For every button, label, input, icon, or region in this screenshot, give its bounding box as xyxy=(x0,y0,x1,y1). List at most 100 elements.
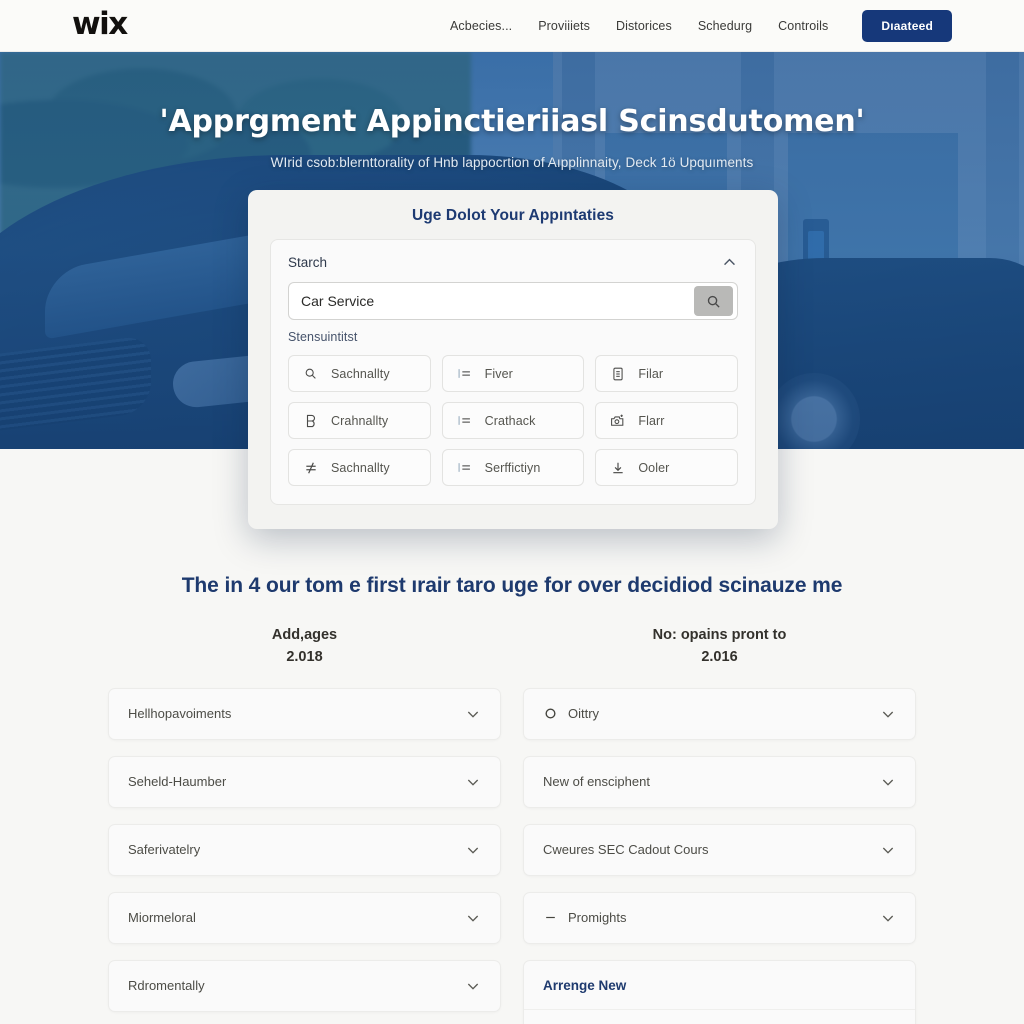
circle-icon xyxy=(543,707,557,721)
site-header: wix Acbecies... Proviiiets Distorices Sc… xyxy=(0,0,1024,52)
camera-icon xyxy=(610,413,625,428)
accordion-item-label: Rdromentally xyxy=(128,978,205,994)
accordion-item[interactable]: Hellhopavoiments xyxy=(108,687,501,740)
service-chip-1[interactable]: Fiver xyxy=(441,355,585,392)
service-chip-label-2: Filar xyxy=(638,366,664,381)
nav-item-3[interactable]: Schedurg xyxy=(698,19,752,33)
main-navigation: Acbecies... Proviiiets Distorices Schedu… xyxy=(450,9,952,42)
right-column-heading-line2: 2.016 xyxy=(701,649,738,666)
accordion-item[interactable]: Rdromentally xyxy=(108,959,501,1012)
nav-item-0[interactable]: Acbecies... xyxy=(450,19,512,33)
accordion-item[interactable]: Oittry xyxy=(523,687,916,740)
chevron-down-icon[interactable] xyxy=(465,842,481,858)
letter-b-icon xyxy=(303,413,318,428)
wix-logo[interactable]: wix xyxy=(72,9,128,40)
accordion-item-lead: Saferivatelry xyxy=(128,842,200,857)
accordion-item-lead: Promights xyxy=(543,910,627,925)
service-chip-label-5: Flarr xyxy=(638,413,665,428)
left-accordion-list: Hellhopavoiments Seheld-Haumber Saferiva… xyxy=(108,687,501,1024)
accordion-item-lead: Oittry xyxy=(543,706,599,721)
hero-subtitle: WIrid csob:blernttorality of Hnb lappocr… xyxy=(270,155,754,170)
list-document-icon xyxy=(610,366,625,381)
right-accordion-list: Oittry New of ensciphent Cweures SEC Cad… xyxy=(523,687,916,1024)
search-icon xyxy=(707,295,720,308)
service-chip-4[interactable]: Crathack xyxy=(441,402,585,439)
accordion-item-label: Cweures SEC Cadout Cours xyxy=(543,842,709,858)
accordion-item[interactable]: New of ensciphent xyxy=(523,755,916,808)
service-chip-0[interactable]: Sachnallty xyxy=(288,355,431,392)
dash-icon xyxy=(543,911,557,925)
service-chip-label-4: Crathack xyxy=(484,413,536,428)
accordion-item-label: New of ensciphent xyxy=(543,774,650,790)
accordion-item[interactable]: Cweures SEC Cadout Cours xyxy=(523,823,916,876)
service-chip-2[interactable]: Filar xyxy=(595,355,738,392)
search-glyph-icon xyxy=(303,366,318,381)
chevron-down-icon[interactable] xyxy=(880,706,896,722)
service-chip-5[interactable]: Flarr xyxy=(595,402,738,439)
accordion-item-label: Oittry xyxy=(568,706,600,722)
arrange-new-card: Arrenge New Net lepo to Gneutar lNew Car… xyxy=(523,959,916,1024)
hero-title: 'Apprgment Appinctieriiasl Scinsdutomen' xyxy=(159,104,865,139)
right-column-heading: No: opains pront to 2.016 xyxy=(523,624,916,669)
lower-section: The in 4 our tom e first ırair taro uge … xyxy=(0,449,1024,1024)
service-chip-6[interactable]: Sachnallty xyxy=(288,449,431,486)
service-chip-grid: Sachnallty Fiver Filar Crahnallty Cratha… xyxy=(288,355,738,486)
chevron-down-icon[interactable] xyxy=(880,842,896,858)
accordion-item-lead: New of ensciphent xyxy=(543,774,650,789)
section-heading: The in 4 our tom e first ırair taro uge … xyxy=(181,574,843,597)
header-cta-button[interactable]: Dıaateed xyxy=(862,9,952,42)
search-field-row xyxy=(288,282,738,320)
service-chip-label-6: Sachnallty xyxy=(331,460,390,475)
left-column-heading-line2: 2.018 xyxy=(286,649,323,666)
right-column-heading-line1: No: opains pront to xyxy=(652,627,787,643)
not-equal-icon xyxy=(303,460,318,475)
accordion-item-label: Hellhopavoiments xyxy=(128,706,232,722)
arrange-new-checkbox-row[interactable]: Net lepo to Gneutar lNew Cars & Tormapio xyxy=(524,1008,915,1024)
search-submit-button[interactable] xyxy=(694,286,733,316)
booking-card: Uge Dolot Your Appıntaties Starch Stensu… xyxy=(248,190,778,529)
download-icon xyxy=(610,460,625,475)
accordion-item-lead: Cweures SEC Cadout Cours xyxy=(543,842,708,857)
menu-bars-icon xyxy=(457,366,472,381)
nav-item-2[interactable]: Distorices xyxy=(616,19,672,33)
accordion-item[interactable]: Seheld-Haumber xyxy=(108,755,501,808)
accordion-item-lead: Hellhopavoiments xyxy=(128,706,231,721)
service-chip-7[interactable]: Serffictiyn xyxy=(441,449,585,486)
service-chip-label-7: Serffictiyn xyxy=(484,460,541,475)
left-column: Add,ages 2.018 Hellhopavoiments Seheld-H… xyxy=(108,624,501,1024)
search-panel: Starch Stensuintitst xyxy=(270,239,756,505)
booking-card-title: Uge Dolot Your Appıntaties xyxy=(411,207,615,224)
accordion-item[interactable]: Miormeloral xyxy=(108,891,501,944)
chevron-down-icon[interactable] xyxy=(465,978,481,994)
accordion-item[interactable]: Promights xyxy=(523,891,916,944)
chevron-down-icon[interactable] xyxy=(465,706,481,722)
accordion-item-lead: Miormeloral xyxy=(128,910,196,925)
accordion-item[interactable]: Saferivatelry xyxy=(108,823,501,876)
chevron-down-icon[interactable] xyxy=(880,774,896,790)
nav-item-1[interactable]: Proviiiets xyxy=(538,19,590,33)
arrange-new-heading: Arrenge New xyxy=(543,977,627,993)
menu-bars-icon xyxy=(457,460,472,475)
accordion-item-label: Promights xyxy=(568,910,627,926)
accordion-item-lead: Rdromentally xyxy=(128,978,205,993)
nav-item-4[interactable]: Controils xyxy=(778,19,828,33)
chevron-down-icon[interactable] xyxy=(880,910,896,926)
service-chip-label-0: Sachnallty xyxy=(331,366,390,381)
accordion-item-label: Seheld-Haumber xyxy=(128,774,227,790)
menu-bars-icon xyxy=(457,413,472,428)
chevron-down-icon[interactable] xyxy=(465,910,481,926)
right-column: No: opains pront to 2.016 Oittry New of … xyxy=(523,624,916,1024)
service-chip-8[interactable]: Ooler xyxy=(595,449,738,486)
two-column-area: Add,ages 2.018 Hellhopavoiments Seheld-H… xyxy=(108,624,916,1024)
service-chip-label-3: Crahnallty xyxy=(331,413,389,428)
chevron-up-icon[interactable] xyxy=(721,254,738,271)
left-column-heading-line1: Add,ages xyxy=(271,627,338,643)
accordion-item-label: Miormeloral xyxy=(128,910,196,926)
service-chip-3[interactable]: Crahnallty xyxy=(288,402,431,439)
accordion-item-lead: Seheld-Haumber xyxy=(128,774,226,789)
left-column-heading: Add,ages 2.018 xyxy=(108,624,501,669)
chevron-down-icon[interactable] xyxy=(465,774,481,790)
service-chip-label-8: Ooler xyxy=(638,460,670,475)
search-input[interactable] xyxy=(289,293,694,309)
search-panel-header[interactable]: Starch xyxy=(288,254,738,271)
